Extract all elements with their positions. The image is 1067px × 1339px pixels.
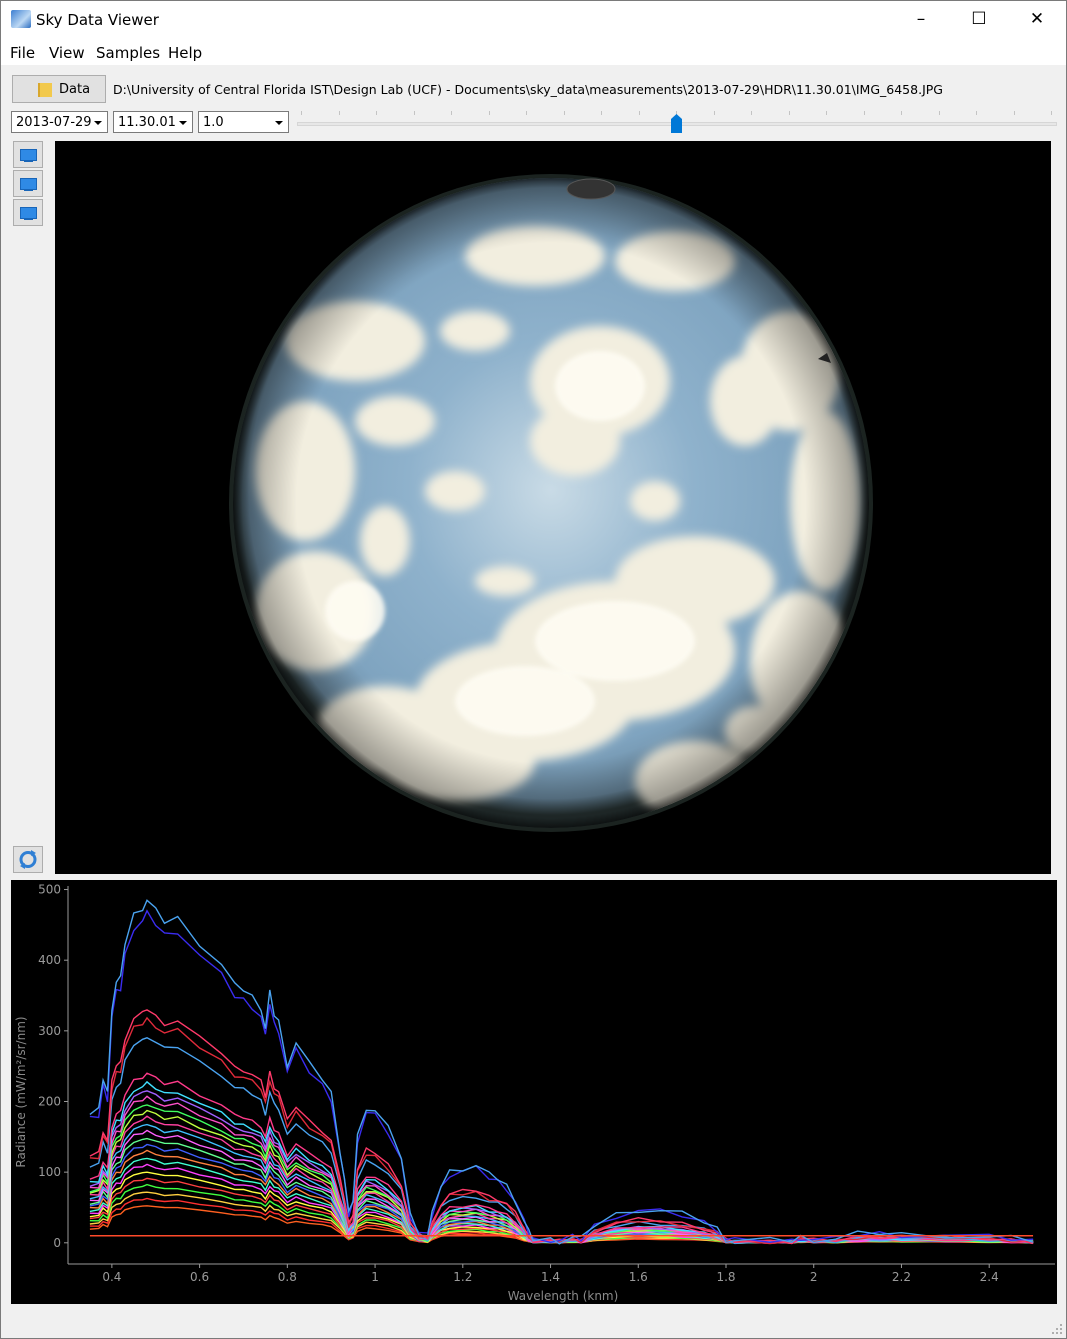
slider-tick <box>451 111 452 115</box>
x-axis-label: Wavelength (knm) <box>508 1289 619 1303</box>
refresh-button[interactable] <box>13 846 43 873</box>
x-tick-label: 0.8 <box>278 1270 297 1284</box>
x-tick-label: 2 <box>810 1270 818 1284</box>
menu-samples[interactable]: Samples <box>96 44 160 62</box>
spectrum-series <box>89 1109 1034 1244</box>
menu-bar: File View Samples Help <box>1 39 1066 65</box>
slider-tick <box>413 111 415 115</box>
slider-tick <box>826 111 827 115</box>
chevron-down-icon <box>94 121 102 125</box>
app-icon <box>11 10 31 28</box>
refresh-icon <box>19 850 37 869</box>
spectrum-series <box>89 1157 1034 1244</box>
y-tick-label: 200 <box>38 1094 61 1108</box>
y-axis-label: Radiance (mW/m²/sr/nm) <box>14 1016 28 1167</box>
date-select-value: 2013-07-29 <box>16 115 92 130</box>
x-tick-label: 2.2 <box>892 1270 911 1284</box>
x-tick-label: 1.6 <box>629 1270 648 1284</box>
exposure-select[interactable]: 1.0 <box>198 111 289 133</box>
y-tick-label: 500 <box>38 883 61 897</box>
timeline-slider-thumb[interactable] <box>671 114 682 133</box>
chevron-down-icon <box>275 121 283 125</box>
y-tick-label: 400 <box>38 953 61 967</box>
close-icon: ✕ <box>1029 9 1045 29</box>
time-select-value: 11.30.01 <box>118 115 176 130</box>
slider-tick <box>938 111 940 115</box>
slider-tick <box>601 111 602 115</box>
maximize-button[interactable]: ☐ <box>950 1 1008 39</box>
slider-tick <box>713 111 715 115</box>
minimize-icon: – <box>916 9 926 29</box>
time-select[interactable]: 11.30.01 <box>113 111 193 133</box>
slider-tick <box>301 111 302 115</box>
slider-tick <box>488 111 490 115</box>
spectrum-series <box>89 1115 1034 1244</box>
slider-tick <box>376 111 377 115</box>
resize-grip-icon[interactable] <box>1051 1323 1063 1335</box>
y-tick-label: 100 <box>38 1165 61 1179</box>
y-tick-label: 0 <box>53 1236 61 1250</box>
menu-view[interactable]: View <box>49 44 85 62</box>
slider-tick <box>338 111 340 115</box>
slider-tick <box>563 111 565 115</box>
view-button-1[interactable] <box>13 141 43 168</box>
spectrum-series <box>89 1137 1034 1244</box>
radiance-chart-panel[interactable]: 0 100 200 300 400 500 0.4 0.6 0.8 1 1.2 1.4 1.6 1.8 2 2… <box>11 880 1057 1304</box>
title-bar[interactable]: Sky Data Viewer – ☐ ✕ <box>1 1 1066 39</box>
slider-tick <box>788 111 790 115</box>
file-path: D:\University of Central Florida IST\Des… <box>113 82 943 97</box>
monitor-icon <box>20 149 37 162</box>
menu-file[interactable]: File <box>10 44 35 62</box>
x-tick-label: 1.2 <box>453 1270 472 1284</box>
slider-tick <box>1013 111 1015 115</box>
folder-icon <box>38 83 52 97</box>
window-title: Sky Data Viewer <box>36 11 159 29</box>
status-bar <box>1 1318 1066 1338</box>
minimize-button[interactable]: – <box>892 1 950 39</box>
x-tick-label: 0.4 <box>102 1270 121 1284</box>
spectrum-series <box>89 1149 1034 1244</box>
slider-tick <box>526 111 527 115</box>
fisheye-sky-image <box>229 174 873 832</box>
close-button[interactable]: ✕ <box>1008 1 1066 39</box>
slider-tick <box>976 111 977 115</box>
x-tick-label: 0.6 <box>190 1270 209 1284</box>
spectrum-series <box>89 1143 1034 1244</box>
slider-tick <box>638 111 640 115</box>
main-window: Sky Data Viewer – ☐ ✕ File View Samples … <box>0 0 1067 1339</box>
monitor-icon <box>20 207 37 220</box>
x-tick-label: 1 <box>371 1270 379 1284</box>
data-button-label: Data <box>59 82 91 97</box>
radiance-chart: 0 100 200 300 400 500 0.4 0.6 0.8 1 1.2 1.4 1.6 1.8 2 2… <box>14 883 1055 1303</box>
data-button[interactable]: Data <box>12 75 106 103</box>
slider-tick <box>751 111 752 115</box>
slider-tick <box>901 111 902 115</box>
x-tick-label: 1.8 <box>716 1270 735 1284</box>
spectrum-series <box>89 1009 1034 1245</box>
slider-tick <box>1051 111 1052 115</box>
view-button-2[interactable] <box>13 170 43 197</box>
date-select[interactable]: 2013-07-29 <box>11 111 108 133</box>
maximize-icon: ☐ <box>971 9 987 29</box>
exposure-select-value: 1.0 <box>203 115 224 130</box>
x-tick-label: 1.4 <box>541 1270 560 1284</box>
view-button-3[interactable] <box>13 199 43 226</box>
spectrum-series <box>89 1095 1034 1244</box>
sky-image-panel[interactable] <box>55 141 1051 874</box>
chevron-down-icon <box>179 121 187 125</box>
y-tick-label: 300 <box>38 1024 61 1038</box>
menu-help[interactable]: Help <box>168 44 202 62</box>
x-tick-label: 2.4 <box>980 1270 999 1284</box>
monitor-icon <box>20 178 37 191</box>
slider-tick <box>863 111 865 115</box>
